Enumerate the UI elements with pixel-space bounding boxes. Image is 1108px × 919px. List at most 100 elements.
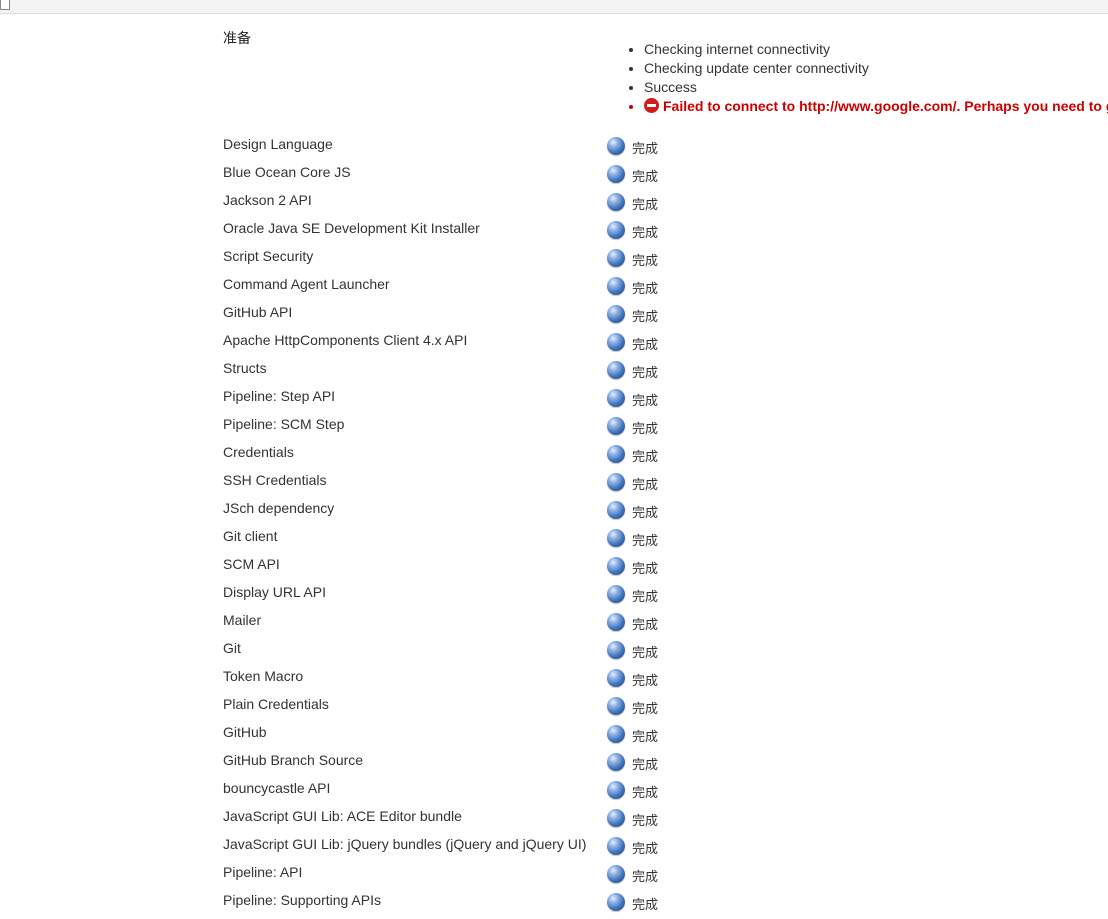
blue-ball-icon — [607, 753, 625, 771]
plugin-status: 完成 — [632, 281, 659, 296]
plugin-row: Pipeline: SCM Step 完成 — [0, 412, 1108, 440]
blue-ball-icon — [607, 725, 625, 743]
plugin-row: Blue Ocean Core JS 完成 — [0, 160, 1108, 188]
blue-ball-icon — [607, 893, 625, 911]
plugin-status: 完成 — [632, 561, 659, 576]
blue-ball-icon — [607, 389, 625, 407]
plugin-status: 完成 — [632, 421, 659, 436]
blue-ball-icon — [607, 193, 625, 211]
plugin-name: Structs — [223, 360, 267, 376]
plugin-row: Command Agent Launcher 完成 — [0, 272, 1108, 300]
blue-ball-icon — [607, 865, 625, 883]
plugin-name: bouncycastle API — [223, 780, 331, 796]
plugin-name: JSch dependency — [223, 500, 335, 516]
blue-ball-icon — [607, 305, 625, 323]
plugin-row: JavaScript GUI Lib: ACE Editor bundle 完成 — [0, 804, 1108, 832]
plugin-name: Token Macro — [223, 668, 304, 684]
plugin-row: JavaScript GUI Lib: jQuery bundles (jQue… — [0, 832, 1108, 860]
plugin-row: Structs 完成 — [0, 356, 1108, 384]
plugin-status: 完成 — [632, 141, 659, 156]
plugin-row: Token Macro 完成 — [0, 664, 1108, 692]
plugin-row: Jackson 2 API 完成 — [0, 188, 1108, 216]
check-item-error: Failed to connect to http://www.google.c… — [644, 97, 1108, 116]
plugin-row: GitHub Branch Source 完成 — [0, 748, 1108, 776]
plugin-name: Script Security — [223, 248, 314, 264]
plugin-name: Display URL API — [223, 584, 326, 600]
plugin-name: Pipeline: Supporting APIs — [223, 892, 381, 908]
plugin-row: SCM API 完成 — [0, 552, 1108, 580]
document-icon — [0, 0, 10, 10]
plugin-row: Plain Credentials 完成 — [0, 692, 1108, 720]
check-item: Success — [644, 78, 1108, 97]
plugin-row: Design Language 完成 — [0, 132, 1108, 160]
blue-ball-icon — [607, 417, 625, 435]
plugin-status: 完成 — [632, 785, 659, 800]
blue-ball-icon — [607, 809, 625, 827]
plugin-name: SSH Credentials — [223, 472, 327, 488]
blue-ball-icon — [607, 445, 625, 463]
plugin-status: 完成 — [632, 505, 659, 520]
plugin-row: Pipeline: Step API 完成 — [0, 384, 1108, 412]
plugin-status: 完成 — [632, 197, 659, 212]
error-no-entry-icon — [644, 98, 659, 113]
plugin-row: GitHub API 完成 — [0, 300, 1108, 328]
plugin-name: GitHub — [223, 724, 267, 740]
plugin-row: JSch dependency 完成 — [0, 496, 1108, 524]
plugin-status: 完成 — [632, 309, 659, 324]
blue-ball-icon — [607, 669, 625, 687]
plugin-row: SSH Credentials 完成 — [0, 468, 1108, 496]
plugin-row: Oracle Java SE Development Kit Installer… — [0, 216, 1108, 244]
plugin-name: Apache HttpComponents Client 4.x API — [223, 332, 468, 348]
plugin-row: GitHub 完成 — [0, 720, 1108, 748]
blue-ball-icon — [607, 557, 625, 575]
plugin-name: Pipeline: API — [223, 864, 303, 880]
preparation-label: 准备 — [223, 30, 251, 46]
plugin-status: 完成 — [632, 673, 659, 688]
blue-ball-icon — [607, 165, 625, 183]
plugin-name: Pipeline: SCM Step — [223, 416, 345, 432]
plugin-status: 完成 — [632, 813, 659, 828]
plugin-status: 完成 — [632, 169, 659, 184]
blue-ball-icon — [607, 221, 625, 239]
plugin-row: Credentials 完成 — [0, 440, 1108, 468]
blue-ball-icon — [607, 613, 625, 631]
blue-ball-icon — [607, 277, 625, 295]
connectivity-check-list: Checking internet connectivity Checking … — [608, 40, 1108, 116]
blue-ball-icon — [607, 501, 625, 519]
check-item: Checking internet connectivity — [644, 40, 1108, 59]
plugin-status: 完成 — [632, 869, 659, 884]
plugin-status: 完成 — [632, 757, 659, 772]
blue-ball-icon — [607, 641, 625, 659]
plugin-status: 完成 — [632, 225, 659, 240]
plugin-name: Mailer — [223, 612, 262, 628]
plugin-status: 完成 — [632, 645, 659, 660]
plugin-status: 完成 — [632, 253, 659, 268]
top-toolbar — [0, 0, 1108, 14]
plugin-status: 完成 — [632, 393, 659, 408]
plugin-row: Script Security 完成 — [0, 244, 1108, 272]
blue-ball-icon — [607, 781, 625, 799]
plugin-name: JavaScript GUI Lib: ACE Editor bundle — [223, 808, 462, 824]
blue-ball-icon — [607, 361, 625, 379]
plugin-name: Command Agent Launcher — [223, 276, 390, 292]
plugin-status: 完成 — [632, 729, 659, 744]
plugin-row: Pipeline: Supporting APIs 完成 — [0, 888, 1108, 916]
plugin-name: JavaScript GUI Lib: jQuery bundles (jQue… — [223, 836, 587, 852]
plugin-name: Design Language — [223, 136, 333, 152]
plugin-name: SCM API — [223, 556, 280, 572]
plugin-status: 完成 — [632, 337, 659, 352]
blue-ball-icon — [607, 529, 625, 547]
plugin-status: 完成 — [632, 897, 659, 912]
plugin-name: Pipeline: Step API — [223, 388, 336, 404]
plugin-status: 完成 — [632, 701, 659, 716]
blue-ball-icon — [607, 837, 625, 855]
blue-ball-icon — [607, 249, 625, 267]
plugin-row: bouncycastle API 完成 — [0, 776, 1108, 804]
plugin-row: Mailer 完成 — [0, 608, 1108, 636]
plugin-row: Git client 完成 — [0, 524, 1108, 552]
plugin-status: 完成 — [632, 617, 659, 632]
blue-ball-icon — [607, 697, 625, 715]
blue-ball-icon — [607, 473, 625, 491]
check-item: Checking update center connectivity — [644, 59, 1108, 78]
plugin-name: GitHub API — [223, 304, 293, 320]
